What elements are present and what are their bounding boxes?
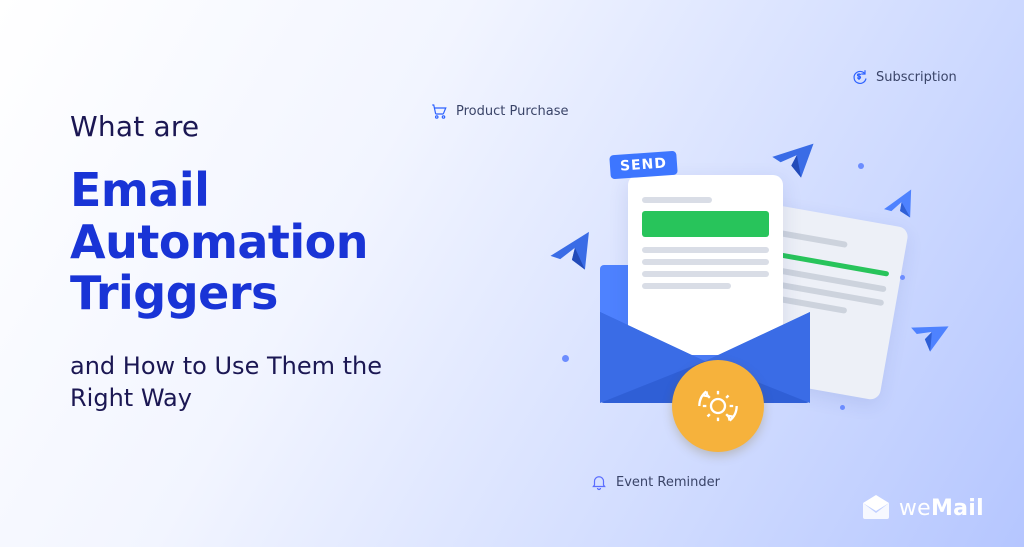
wemail-logo: weMail [861, 495, 984, 521]
sub-title: and How to Use Them the Right Way [70, 350, 450, 415]
paper-plane-icon [768, 135, 816, 183]
tag-product-purchase: Product Purchase [430, 102, 569, 120]
cart-icon [430, 102, 448, 120]
decorative-dot [900, 275, 905, 280]
decorative-dot [858, 163, 864, 169]
tag-event-reminder: Event Reminder [590, 473, 720, 491]
hero-banner: { "headline": { "lead": "What are", "tit… [0, 0, 1024, 547]
tag-subscription: Subscription [850, 68, 957, 86]
tag-label: Subscription [876, 70, 957, 85]
decorative-dot [840, 405, 845, 410]
gear-cycle-icon [690, 378, 746, 434]
decorative-dot [562, 355, 569, 362]
lead-text: What are [70, 110, 450, 143]
headline-block: What are Email Automation Triggers and H… [70, 110, 450, 414]
paper-plane-icon [879, 186, 919, 226]
logo-text: weMail [899, 496, 984, 521]
paper-plane-icon [545, 227, 597, 279]
envelope-illustration: SEND [540, 155, 940, 455]
dollar-refresh-icon [850, 68, 868, 86]
automation-gear-badge [672, 360, 764, 452]
green-block [642, 211, 769, 237]
send-badge: SEND [609, 151, 677, 180]
tag-label: Product Purchase [456, 104, 569, 119]
bell-icon [590, 473, 608, 491]
paper-plane-icon [902, 309, 951, 358]
envelope-logo-icon [861, 495, 891, 521]
tag-label: Event Reminder [616, 475, 720, 490]
main-title: Email Automation Triggers [70, 165, 450, 320]
